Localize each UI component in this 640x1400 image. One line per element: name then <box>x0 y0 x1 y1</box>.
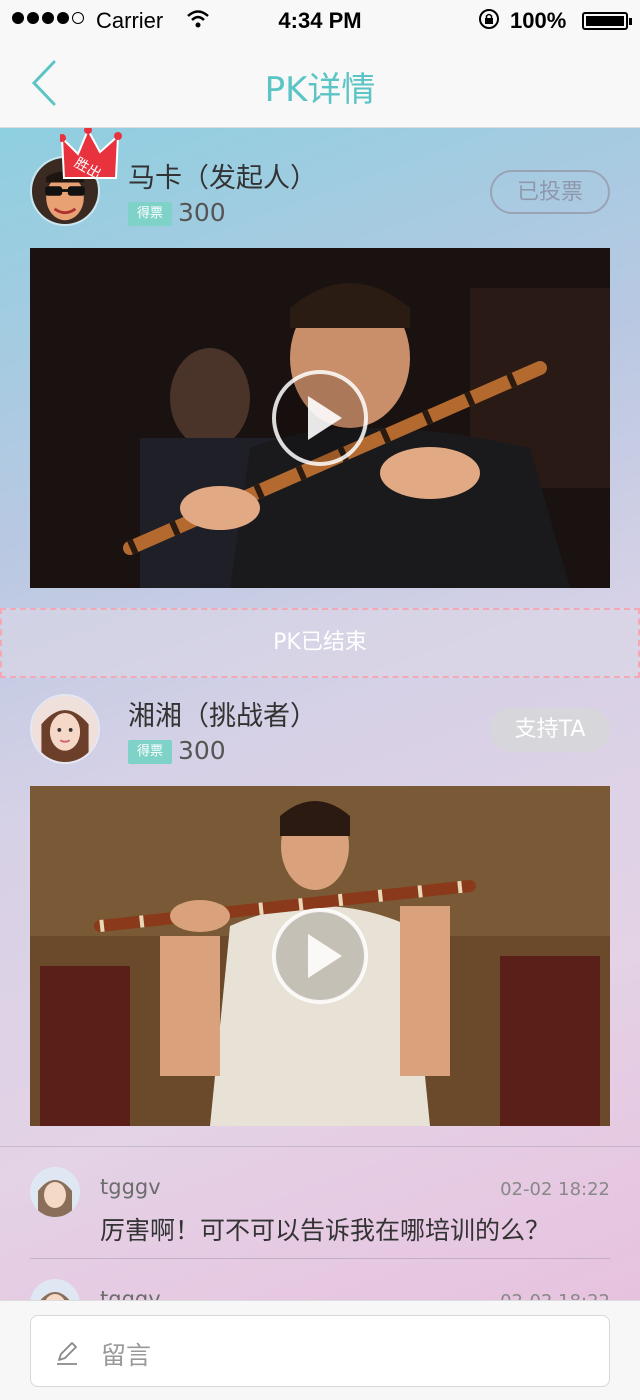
voted-button[interactable]: 已投票 <box>490 170 610 214</box>
rotation-lock-icon <box>478 8 500 36</box>
vote-count: 300 <box>178 736 226 765</box>
video-thumbnail[interactable] <box>30 786 610 1126</box>
battery-percent: 100% <box>510 8 567 33</box>
vote-count: 300 <box>178 198 226 227</box>
comment-timestamp: 02-02 18:22 <box>500 1179 610 1200</box>
play-icon[interactable] <box>270 906 370 1006</box>
status-bar: Carrier 4:34 PM 100% <box>0 0 640 40</box>
comment-timestamp: 02-02 18:22 <box>500 1291 610 1300</box>
vote-badge: 得票 <box>128 740 172 764</box>
comment-username: tgggv <box>100 1287 161 1300</box>
avatar[interactable] <box>30 694 100 764</box>
avatar[interactable] <box>30 1167 80 1217</box>
pencil-icon <box>57 1342 77 1365</box>
comment-input-bar: 留言 <box>0 1300 640 1400</box>
navigation-bar: PK详情 <box>0 40 640 128</box>
comment-username: tgggv <box>100 1175 161 1199</box>
contestant-name: 湘湘（挑战者） <box>128 701 317 732</box>
vote-badge: 得票 <box>128 202 172 226</box>
support-button[interactable]: 支持TA <box>490 708 610 752</box>
list-item: tgggv 02-02 18:22 <box>0 1259 640 1300</box>
video-thumbnail[interactable] <box>30 248 610 588</box>
contestant-name: 马卡（发起人） <box>128 163 317 194</box>
page-title: PK详情 <box>264 70 376 110</box>
comment-input-placeholder: 留言 <box>101 1341 152 1370</box>
comment-text: 厉害啊！可不可以告诉我在哪培训的么？ <box>100 1216 551 1245</box>
battery-icon <box>582 12 632 30</box>
comment-input[interactable]: 留言 <box>30 1315 610 1387</box>
comment-list: tgggv 02-02 18:22 厉害啊！可不可以告诉我在哪培训的么？ tgg… <box>0 1146 640 1300</box>
avatar[interactable] <box>30 1279 80 1300</box>
play-icon[interactable] <box>270 368 370 468</box>
pk-detail-content: 胜出 马卡（发起人） 得票 300 已投票 PK已结束 湘湘（挑战者） 得票 3… <box>0 128 640 1300</box>
list-item: tgggv 02-02 18:22 厉害啊！可不可以告诉我在哪培训的么？ <box>0 1147 640 1259</box>
pk-ended-banner: PK已结束 <box>0 608 640 678</box>
